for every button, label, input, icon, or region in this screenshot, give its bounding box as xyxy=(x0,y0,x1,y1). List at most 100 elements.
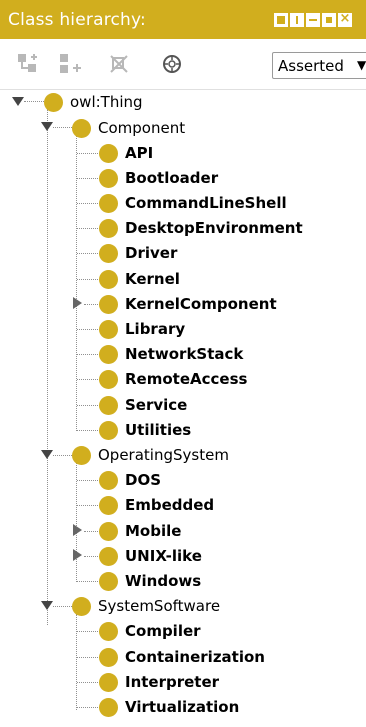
tree-node-owl-thing[interactable]: owl:Thing xyxy=(44,90,143,114)
class-icon xyxy=(99,395,118,415)
tree-connector xyxy=(77,153,98,154)
class-icon xyxy=(99,294,118,314)
split-view-icon[interactable] xyxy=(290,13,304,27)
search-class-icon[interactable] xyxy=(160,52,186,76)
tree-connector xyxy=(76,614,77,710)
tree-connector xyxy=(53,455,72,456)
tree-connector xyxy=(77,279,98,280)
tree-node-dos[interactable]: DOS xyxy=(99,468,161,492)
hierarchy-mode-value: Asserted xyxy=(278,57,344,75)
class-icon xyxy=(99,470,118,490)
node-label: Service xyxy=(125,396,188,414)
class-icon xyxy=(99,193,118,213)
tree-node-component[interactable]: Component xyxy=(72,116,185,140)
collapse-toggle-icon[interactable] xyxy=(41,450,53,459)
node-label: Virtualization xyxy=(125,698,240,716)
tree-connector xyxy=(77,329,98,330)
tree-node-windows[interactable]: Windows xyxy=(99,569,201,593)
class-icon xyxy=(44,92,63,112)
node-label: Embedded xyxy=(125,496,215,514)
class-icon xyxy=(99,571,118,591)
tree-node-compiler[interactable]: Compiler xyxy=(99,619,201,643)
delete-class-icon[interactable] xyxy=(108,52,134,76)
tree-connector xyxy=(77,228,98,229)
tree-node-kernel[interactable]: Kernel xyxy=(99,267,180,291)
tree-connector xyxy=(53,606,72,607)
tree-node-commandlineshell[interactable]: CommandLineShell xyxy=(99,191,287,215)
collapse-toggle-icon[interactable] xyxy=(41,601,53,610)
tree-connector xyxy=(53,127,72,128)
tree-node-utilities[interactable]: Utilities xyxy=(99,418,191,442)
tree-node-remoteaccess[interactable]: RemoteAccess xyxy=(99,367,247,391)
class-icon xyxy=(99,546,118,566)
tree-node-kernelcomponent[interactable]: KernelComponent xyxy=(99,292,277,316)
node-label: Containerization xyxy=(125,648,265,666)
close-icon[interactable]: × xyxy=(338,11,352,27)
chevron-down-icon: ▼ xyxy=(357,58,366,72)
expand-toggle-icon[interactable] xyxy=(73,524,82,536)
class-icon xyxy=(99,319,118,339)
class-tree: owl:Thing Component API Bootloader Comma… xyxy=(0,90,366,727)
hierarchy-mode-select[interactable]: Asserted ▼ xyxy=(272,52,366,79)
tree-connector xyxy=(77,631,98,632)
tree-connector xyxy=(84,556,98,557)
expand-toggle-icon[interactable] xyxy=(73,549,82,561)
panel-title-bar: Class hierarchy: × xyxy=(0,0,366,39)
tree-connector xyxy=(84,304,98,305)
tree-node-containerization[interactable]: Containerization xyxy=(99,645,265,669)
help-icon[interactable] xyxy=(274,13,288,27)
class-icon xyxy=(99,269,118,289)
tree-connector xyxy=(77,480,98,481)
tree-node-virtualization[interactable]: Virtualization xyxy=(99,695,239,719)
tree-connector xyxy=(84,531,98,532)
collapse-toggle-icon[interactable] xyxy=(41,122,53,131)
minimize-icon[interactable] xyxy=(306,13,320,27)
tree-node-api[interactable]: API xyxy=(99,141,153,165)
tree-node-mobile[interactable]: Mobile xyxy=(99,519,181,543)
tree-node-systemsoftware[interactable]: SystemSoftware xyxy=(72,594,220,618)
tree-node-service[interactable]: Service xyxy=(99,393,187,417)
node-label: DOS xyxy=(125,471,162,489)
tree-node-unix-like[interactable]: UNIX-like xyxy=(99,544,202,568)
node-label: Driver xyxy=(125,244,178,262)
add-subclass-icon[interactable] xyxy=(16,52,42,76)
tree-node-operatingsystem[interactable]: OperatingSystem xyxy=(72,443,229,467)
tree-node-embedded[interactable]: Embedded xyxy=(99,493,214,517)
node-label: UNIX-like xyxy=(125,547,202,565)
class-icon xyxy=(99,697,118,717)
tree-node-networkstack[interactable]: NetworkStack xyxy=(99,342,243,366)
tree-connector xyxy=(77,682,98,683)
node-label: KernelComponent xyxy=(125,295,277,313)
tree-connector xyxy=(77,430,98,431)
tree-connector xyxy=(77,354,98,355)
node-label: API xyxy=(125,144,154,162)
tree-connector xyxy=(77,379,98,380)
class-icon xyxy=(72,445,91,465)
expand-toggle-icon[interactable] xyxy=(73,297,82,309)
node-label: Bootloader xyxy=(125,169,219,187)
maximize-icon[interactable] xyxy=(322,13,336,27)
panel-window-controls: × xyxy=(274,11,352,27)
add-sibling-icon[interactable] xyxy=(58,52,84,76)
collapse-toggle-icon[interactable] xyxy=(12,97,24,106)
tree-node-bootloader[interactable]: Bootloader xyxy=(99,166,218,190)
panel-title: Class hierarchy: xyxy=(8,10,146,30)
class-icon xyxy=(99,647,118,667)
tree-node-library[interactable]: Library xyxy=(99,317,185,341)
node-label: DesktopEnvironment xyxy=(125,219,303,237)
tree-connector xyxy=(77,707,98,708)
class-icon xyxy=(99,168,118,188)
class-icon xyxy=(99,521,118,541)
class-icon xyxy=(99,672,118,692)
tree-node-interpreter[interactable]: Interpreter xyxy=(99,670,219,694)
tree-connector xyxy=(77,405,98,406)
tree-node-driver[interactable]: Driver xyxy=(99,241,177,265)
node-label: CommandLineShell xyxy=(125,194,287,212)
node-label: owl:Thing xyxy=(70,93,143,111)
node-label: Component xyxy=(98,119,186,137)
tree-connector xyxy=(77,657,98,658)
tree-node-desktopenvironment[interactable]: DesktopEnvironment xyxy=(99,216,303,240)
node-label: OperatingSystem xyxy=(98,446,229,464)
node-label: Utilities xyxy=(125,421,192,439)
class-icon xyxy=(99,369,118,389)
